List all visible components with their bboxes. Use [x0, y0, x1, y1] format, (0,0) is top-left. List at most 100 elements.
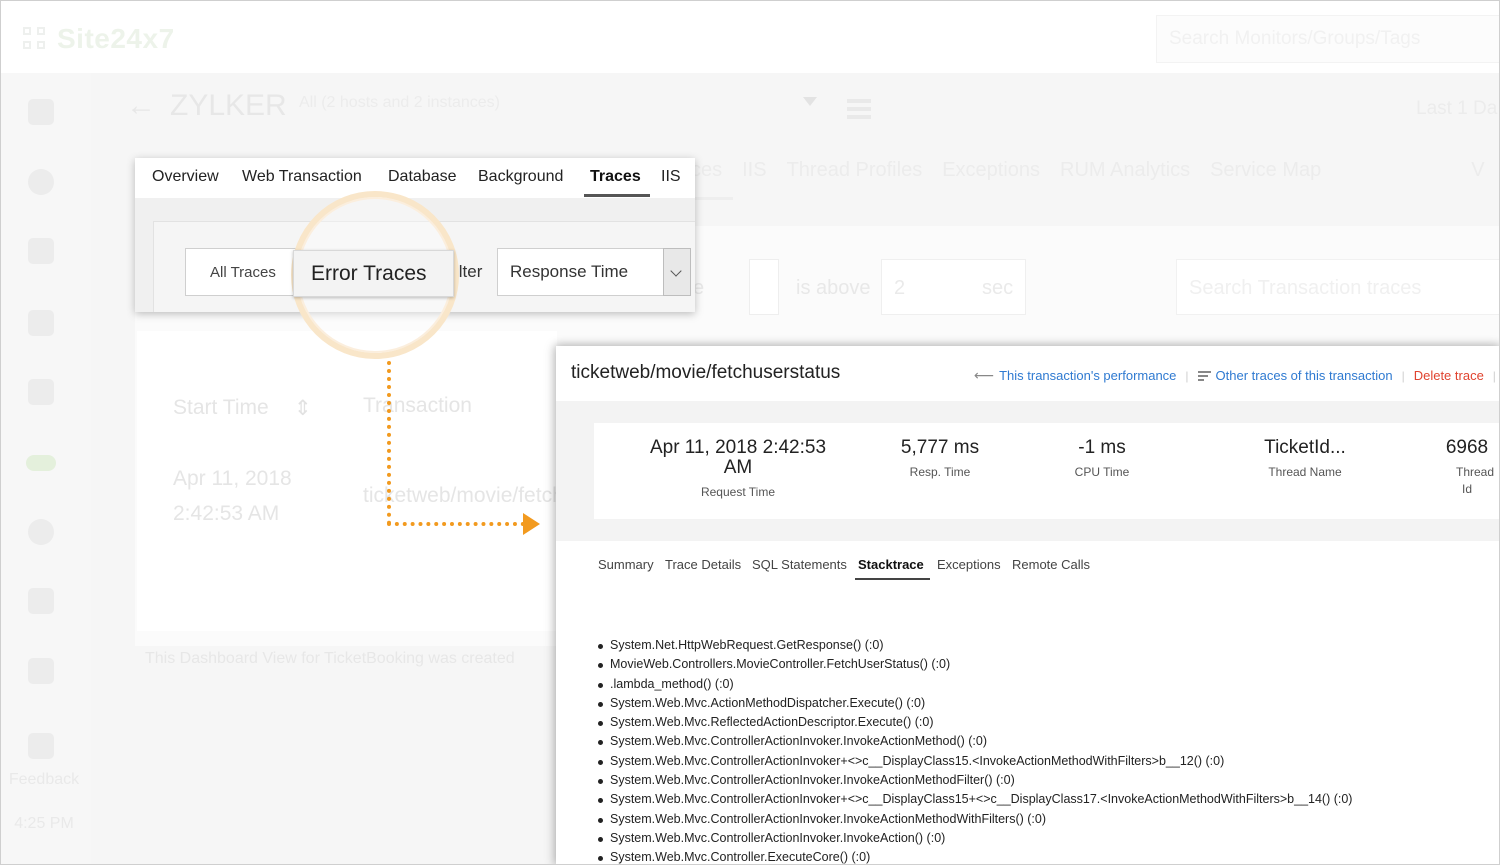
- stat-label: Resp. Time: [909, 465, 971, 479]
- tab-overview[interactable]: Overview: [152, 168, 219, 186]
- bg-threshold-input[interactable]: 2 sec: [881, 259, 1026, 315]
- bg-row-date: Apr 11, 2018: [173, 467, 292, 490]
- other-traces-link[interactable]: Other traces of this transaction: [1197, 368, 1393, 383]
- stacktrace-frame: System.Web.Mvc.Controller.ExecuteCore() …: [598, 848, 1478, 864]
- stacktrace-frame: System.Web.Mvc.ControllerActionInvoker.I…: [598, 829, 1478, 848]
- active-tab-underline: [584, 194, 650, 197]
- trace-stats: Apr 11, 2018 2:42:53 AM Request Time 5,7…: [594, 423, 1499, 519]
- connector-arrow-icon: [523, 513, 540, 535]
- date-range-selector[interactable]: Last 1 Da: [1416, 98, 1497, 120]
- bg-row-transaction[interactable]: ticketweb/movie/fetch: [363, 484, 564, 508]
- bg-tab-rum-analytics[interactable]: RUM Analytics: [1060, 159, 1190, 199]
- stat-label: Request Time: [700, 485, 776, 499]
- all-traces-button[interactable]: All Traces: [185, 248, 297, 296]
- bg-trace-search-input[interactable]: Search Transaction traces: [1176, 259, 1499, 315]
- stat-value: 6968: [1445, 437, 1489, 458]
- trace-detail-tabs: Summary Trace Details SQL Statements Sta…: [556, 541, 1499, 586]
- stat-value: Apr 11, 2018 2:42:53 AM: [649, 437, 827, 478]
- stat-request-time: Apr 11, 2018 2:42:53 AM Request Time: [634, 438, 842, 501]
- stacktrace-frame: System.Web.Mvc.ReflectedActionDescriptor…: [598, 713, 1478, 732]
- transaction-performance-link[interactable]: ⟵ This transaction's performance: [974, 367, 1176, 384]
- apm-binoculars-icon[interactable]: [26, 455, 56, 471]
- feedback-label[interactable]: Feedback: [1, 771, 87, 789]
- active-detail-tab-underline: [855, 578, 930, 580]
- tab-stacktrace[interactable]: Stacktrace: [858, 557, 924, 572]
- arrow-left-icon: ⟵: [974, 367, 995, 383]
- logo: Site24x7: [23, 23, 175, 55]
- transaction-performance-label: This transaction's performance: [999, 368, 1177, 383]
- bg-tab-underline: [691, 197, 733, 200]
- clock-label: 4:25 PM: [14, 815, 74, 832]
- other-traces-label: Other traces of this transaction: [1215, 368, 1393, 383]
- stat-label: Thread Name: [1268, 465, 1342, 479]
- bg-is-above-label: is above: [796, 277, 871, 299]
- delete-trace-link[interactable]: Delete trace: [1414, 368, 1484, 383]
- hamburger-menu-icon[interactable]: [847, 99, 871, 119]
- tab-trace-details[interactable]: Trace Details: [665, 557, 741, 572]
- sort-by-select[interactable]: Response Time: [497, 248, 691, 296]
- stat-thread-id: 6968 Thread Id: [1432, 437, 1499, 498]
- action-separator: |: [1185, 368, 1189, 383]
- sort-icon[interactable]: ⇕: [294, 396, 312, 421]
- web-icon[interactable]: [28, 519, 54, 545]
- chevron-down-icon[interactable]: [663, 248, 691, 296]
- filter-label-partial: ilter: [455, 262, 483, 281]
- stat-cpu-time: -1 ms CPU Time: [1057, 438, 1147, 481]
- home-icon[interactable]: [28, 99, 54, 125]
- scope-dropdown-icon[interactable]: [803, 97, 817, 106]
- bg-col-start-time[interactable]: Start Time: [173, 396, 269, 420]
- back-arrow-icon[interactable]: ←: [126, 89, 156, 123]
- bg-tab-thread-profiles[interactable]: Thread Profiles: [787, 159, 923, 199]
- server-icon[interactable]: [28, 238, 54, 264]
- tab-background[interactable]: Background: [478, 168, 563, 186]
- stacktrace-list: System.Net.HttpWebRequest.GetResponse() …: [598, 636, 1478, 864]
- brand-name: Site24x7: [57, 23, 175, 54]
- bg-filter-dropdown[interactable]: [749, 259, 779, 315]
- stat-value: TicketId...: [1264, 437, 1346, 458]
- feedback-icon[interactable]: [28, 733, 54, 759]
- action-separator: |: [1492, 368, 1496, 383]
- bg-footer-text: This Dashboard View for TicketBooking wa…: [145, 650, 515, 667]
- tab-sql-statements[interactable]: SQL Statements: [752, 557, 847, 572]
- admin-icon[interactable]: [28, 658, 54, 684]
- monitor-scope[interactable]: All (2 hosts and 2 instances): [299, 94, 500, 112]
- tab-traces[interactable]: Traces: [590, 168, 641, 186]
- tab-exceptions[interactable]: Exceptions: [937, 557, 1001, 572]
- reports-icon[interactable]: [28, 588, 54, 614]
- globe-icon[interactable]: [28, 169, 54, 195]
- global-search-input[interactable]: Search Monitors/Groups/Tags: [1156, 15, 1499, 63]
- filter-icon: [1197, 370, 1211, 381]
- stacktrace-frame: System.Web.Mvc.ActionMethodDispatcher.Ex…: [598, 694, 1478, 713]
- stat-thread-name: TicketId... Thread Name: [1242, 438, 1368, 481]
- tab-summary[interactable]: Summary: [598, 557, 654, 572]
- error-traces-button[interactable]: Error Traces: [293, 250, 454, 297]
- stacktrace-frame: System.Web.Mvc.ControllerActionInvoker+<…: [598, 790, 1478, 809]
- bg-tab-exceptions[interactable]: Exceptions: [942, 159, 1040, 199]
- trace-actions: ⟵ This transaction's performance | Other…: [974, 367, 1499, 384]
- bg-col-transaction[interactable]: Transaction: [363, 394, 472, 418]
- tab-remote-calls[interactable]: Remote Calls: [1012, 557, 1090, 572]
- bg-row-time: 2:42:53 AM: [173, 502, 280, 525]
- monitor-name: ZYLKER: [170, 89, 287, 122]
- connector-line-vertical: [387, 361, 391, 525]
- bg-tab-service-map[interactable]: Service Map: [1210, 159, 1321, 199]
- tab-iis[interactable]: IIS: [661, 168, 681, 186]
- stat-value: 5,777 ms: [900, 437, 980, 458]
- action-separator: |: [1401, 368, 1405, 383]
- stat-value: -1 ms: [1078, 437, 1126, 458]
- bg-tab-iis[interactable]: IIS: [742, 159, 766, 199]
- tab-web-transaction[interactable]: Web Transaction: [242, 168, 362, 186]
- page-title: ← ZYLKER: [126, 89, 287, 123]
- connector-line-horizontal: [387, 522, 525, 526]
- stacktrace-frame: .lambda_method() (:0): [598, 675, 1478, 694]
- screenshot-frame: Site24x7 Search Monitors/Groups/Tags Fee…: [0, 0, 1500, 865]
- stacktrace-frame: System.Web.Mvc.ControllerActionInvoker.I…: [598, 810, 1478, 829]
- trace-detail-panel: ticketweb/movie/fetchuserstatus ⟵ This t…: [556, 346, 1499, 864]
- bg-tab-more[interactable]: V: [1471, 159, 1484, 199]
- app-grid-icon[interactable]: [23, 27, 47, 51]
- network-icon[interactable]: [28, 379, 54, 405]
- cloud-icon[interactable]: [28, 310, 54, 336]
- sort-by-value: Response Time: [510, 262, 629, 281]
- tab-database[interactable]: Database: [388, 168, 457, 186]
- bg-tab-traces-partial[interactable]: ces: [691, 159, 722, 199]
